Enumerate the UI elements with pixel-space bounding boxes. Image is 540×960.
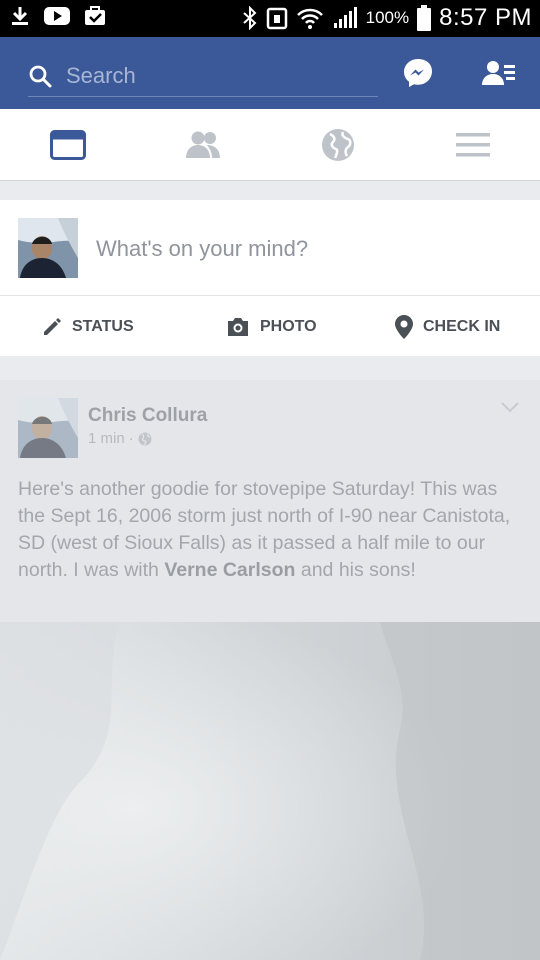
nav-tabs: [0, 109, 540, 181]
tab-friends[interactable]: [135, 109, 270, 181]
top-bar: [0, 37, 540, 109]
download-icon: [12, 7, 28, 25]
status-bar: 100% 8:57 PM: [0, 0, 540, 37]
battery-icon: [417, 5, 432, 31]
check-in-label: CHECK IN: [423, 317, 501, 335]
photo-button[interactable]: PHOTO: [226, 297, 317, 356]
post-text-part-2: and his sons!: [295, 559, 416, 581]
avatar[interactable]: [18, 218, 78, 278]
post-photo[interactable]: [0, 622, 540, 960]
post-time[interactable]: 1 min: [88, 430, 125, 447]
globe-icon: [321, 129, 354, 161]
battery-percentage: 100%: [365, 8, 410, 27]
post-avatar[interactable]: [18, 398, 78, 458]
composer-actions: STATUS PHOTO CHECK IN: [0, 297, 540, 356]
check-in-button[interactable]: CHECK IN: [395, 297, 500, 356]
briefcase-check-icon: [85, 6, 105, 25]
post-text: Here's another goodie for stovepipe Satu…: [18, 476, 523, 584]
feed-post: Chris Collura 1 min · Here's another goo…: [0, 380, 540, 622]
search-field[interactable]: [28, 55, 378, 97]
pencil-icon: [44, 317, 61, 335]
location-pin-icon: [395, 314, 413, 339]
bluetooth-icon: [242, 6, 257, 30]
composer-prompt: What's on your mind?: [96, 236, 309, 261]
camera-icon: [228, 317, 248, 336]
news-feed-icon: [49, 130, 86, 160]
signal-icon: [333, 7, 357, 28]
friends-icon: [185, 131, 220, 158]
clock: 8:57 PM: [439, 4, 532, 31]
photo-label: PHOTO: [260, 317, 317, 335]
messenger-icon[interactable]: [403, 58, 433, 88]
wifi-icon: [296, 8, 323, 29]
tab-menu[interactable]: [405, 109, 540, 181]
youtube-icon: [44, 7, 70, 25]
menu-icon: [455, 133, 490, 157]
status-button[interactable]: STATUS: [42, 297, 134, 356]
tagged-person-link[interactable]: Verne Carlson: [164, 559, 295, 581]
tab-news-feed[interactable]: [0, 109, 135, 181]
status-label: STATUS: [72, 317, 134, 335]
search-input[interactable]: [66, 62, 356, 89]
composer: What's on your mind? STATUS PHOTO CHECK …: [0, 200, 540, 356]
meta-separator: ·: [128, 430, 134, 447]
search-icon: [29, 65, 52, 87]
post-meta: 1 min ·: [88, 430, 152, 447]
public-globe-icon: [138, 432, 152, 445]
tab-globe[interactable]: [270, 109, 405, 181]
post-author[interactable]: Chris Collura: [88, 405, 207, 427]
chevron-down-icon[interactable]: [500, 400, 520, 414]
friend-requests-icon[interactable]: [482, 59, 516, 87]
nfc-icon: [266, 7, 287, 30]
composer-input-row[interactable]: What's on your mind?: [0, 200, 540, 296]
